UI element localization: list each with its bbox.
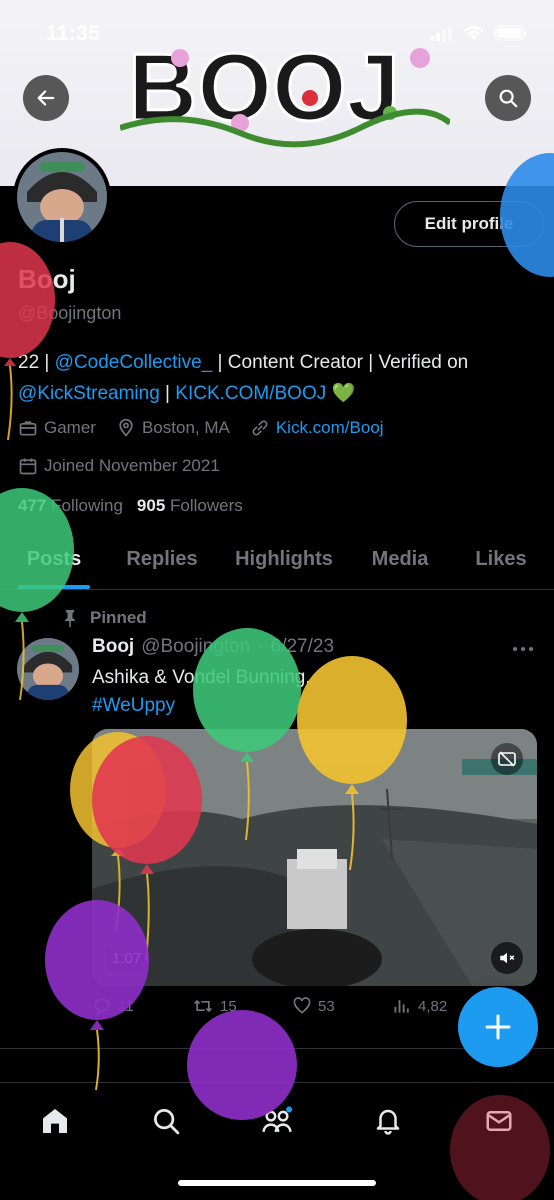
like-button[interactable]: 53 bbox=[292, 996, 392, 1016]
pin-icon bbox=[65, 610, 75, 627]
bio-emoji: 💚 bbox=[326, 383, 356, 404]
post-text-line: Ashika & Vondel Bunning. bbox=[92, 667, 311, 688]
search-icon bbox=[499, 89, 518, 108]
bio-link-kick[interactable]: KICK.COM/BOOJ bbox=[175, 383, 326, 404]
edit-profile-button[interactable]: Edit profile bbox=[394, 201, 544, 247]
profile-meta: Gamer Boston, MA Kick.com/Booj bbox=[18, 418, 384, 438]
reply-button[interactable]: 11 bbox=[92, 996, 192, 1016]
meta-joined-label: Joined November 2021 bbox=[44, 456, 220, 475]
captions-off-icon bbox=[498, 751, 516, 767]
bio-prefix: 22 | bbox=[18, 352, 55, 373]
captions-toggle[interactable] bbox=[491, 743, 523, 775]
profile-name: Booj bbox=[18, 264, 76, 294]
battery-icon bbox=[494, 25, 527, 41]
post-date[interactable]: 6/27/23 bbox=[271, 636, 334, 658]
nav-home[interactable] bbox=[35, 1101, 75, 1141]
post-video[interactable]: 1:07 bbox=[92, 729, 537, 986]
status-time: 11:35 bbox=[46, 22, 101, 45]
search-icon bbox=[154, 1109, 180, 1135]
mail-icon bbox=[486, 1111, 512, 1131]
video-duration: 1:07 bbox=[106, 947, 148, 970]
post-hashtag[interactable]: #WeUppy bbox=[92, 692, 311, 720]
mute-toggle[interactable] bbox=[491, 942, 523, 974]
post-header: Booj @Boojington · 6/27/23 bbox=[92, 636, 334, 658]
tab-posts[interactable]: Posts bbox=[0, 530, 108, 589]
following-label: Following bbox=[51, 496, 123, 515]
avatar-image bbox=[17, 152, 107, 242]
video-frame bbox=[92, 729, 537, 986]
meta-website[interactable]: Kick.com/Booj bbox=[250, 418, 384, 438]
like-count: 53 bbox=[318, 997, 335, 1015]
profile-bio: 22 | @CodeCollective_ | Content Creator … bbox=[18, 347, 538, 409]
status-icons bbox=[430, 24, 528, 42]
bio-separator: | bbox=[159, 383, 176, 404]
nav-search[interactable] bbox=[146, 1101, 186, 1141]
bio-link-kickstreaming[interactable]: @KickStreaming bbox=[18, 383, 160, 404]
profile-handle: @Boojington bbox=[18, 303, 122, 323]
post-actions: 11 15 53 4,82 bbox=[92, 996, 492, 1016]
nav-communities[interactable] bbox=[257, 1101, 297, 1141]
calendar-icon bbox=[19, 458, 37, 475]
tab-highlights[interactable]: Highlights bbox=[216, 530, 352, 589]
followers-count: 905 bbox=[136, 496, 166, 515]
meta-website-link[interactable]: Kick.com/Booj bbox=[276, 418, 384, 438]
back-button[interactable] bbox=[23, 75, 69, 121]
plus-icon bbox=[485, 1014, 511, 1040]
home-indicator bbox=[178, 1180, 376, 1186]
bell-icon bbox=[376, 1109, 400, 1135]
meta-location-label: Boston, MA bbox=[141, 418, 230, 437]
wifi-icon bbox=[464, 26, 484, 40]
tab-likes[interactable]: Likes bbox=[448, 530, 554, 589]
tab-media[interactable]: Media bbox=[352, 530, 448, 589]
pinned-label: Pinned bbox=[90, 608, 147, 627]
location-pin-icon bbox=[119, 418, 133, 437]
nav-notifications[interactable] bbox=[368, 1101, 408, 1141]
post-author[interactable]: Booj bbox=[92, 636, 134, 658]
nav-messages[interactable] bbox=[479, 1101, 519, 1141]
search-button[interactable] bbox=[485, 75, 531, 121]
repost-icon bbox=[194, 999, 212, 1013]
communities-icon bbox=[262, 1106, 293, 1133]
home-icon bbox=[43, 1109, 67, 1133]
bio-link-codecollective[interactable]: @CodeCollective_ bbox=[55, 352, 213, 373]
post-avatar-image bbox=[17, 638, 79, 700]
meta-category-label: Gamer bbox=[44, 418, 96, 437]
meta-joined: Joined November 2021 bbox=[18, 456, 220, 476]
compose-button[interactable] bbox=[458, 987, 538, 1067]
meta-location: Boston, MA bbox=[116, 418, 230, 438]
followers-link[interactable]: 905 Followers bbox=[137, 496, 243, 516]
reply-icon bbox=[94, 998, 110, 1016]
views-icon bbox=[394, 1000, 409, 1013]
speaker-muted-icon bbox=[500, 952, 515, 964]
bio-middle: | Content Creator | Verified on bbox=[212, 352, 469, 373]
meta-category: Gamer bbox=[18, 418, 96, 438]
repost-count: 15 bbox=[220, 997, 237, 1015]
signal-icon bbox=[430, 25, 452, 41]
post-handle: @Boojington bbox=[141, 636, 251, 657]
following-link[interactable]: 477 Following bbox=[18, 496, 123, 516]
followers-label: Followers bbox=[170, 496, 243, 515]
views-count: 4,82 bbox=[418, 997, 448, 1015]
post-text: Ashika & Vondel Bunning. #WeUppy bbox=[92, 664, 311, 720]
tab-replies[interactable]: Replies bbox=[108, 530, 216, 589]
status-bar: 11:35 bbox=[0, 0, 554, 64]
arrow-left-icon bbox=[37, 90, 55, 106]
briefcase-icon bbox=[19, 421, 37, 436]
following-count: 477 bbox=[18, 496, 47, 515]
heart-icon bbox=[293, 997, 311, 1014]
post-avatar[interactable] bbox=[17, 638, 79, 700]
post-more-button[interactable] bbox=[512, 636, 534, 659]
follow-counts: 477 Following 905 Followers bbox=[18, 496, 243, 516]
pinned-indicator: Pinned bbox=[62, 608, 147, 628]
reply-count: 11 bbox=[118, 997, 134, 1015]
profile-tabs: Posts Replies Highlights Media Likes bbox=[0, 530, 554, 590]
profile-avatar[interactable] bbox=[13, 148, 111, 246]
link-icon bbox=[252, 420, 268, 436]
repost-button[interactable]: 15 bbox=[192, 996, 292, 1016]
post-dot: · bbox=[257, 636, 264, 657]
more-icon bbox=[513, 647, 533, 651]
